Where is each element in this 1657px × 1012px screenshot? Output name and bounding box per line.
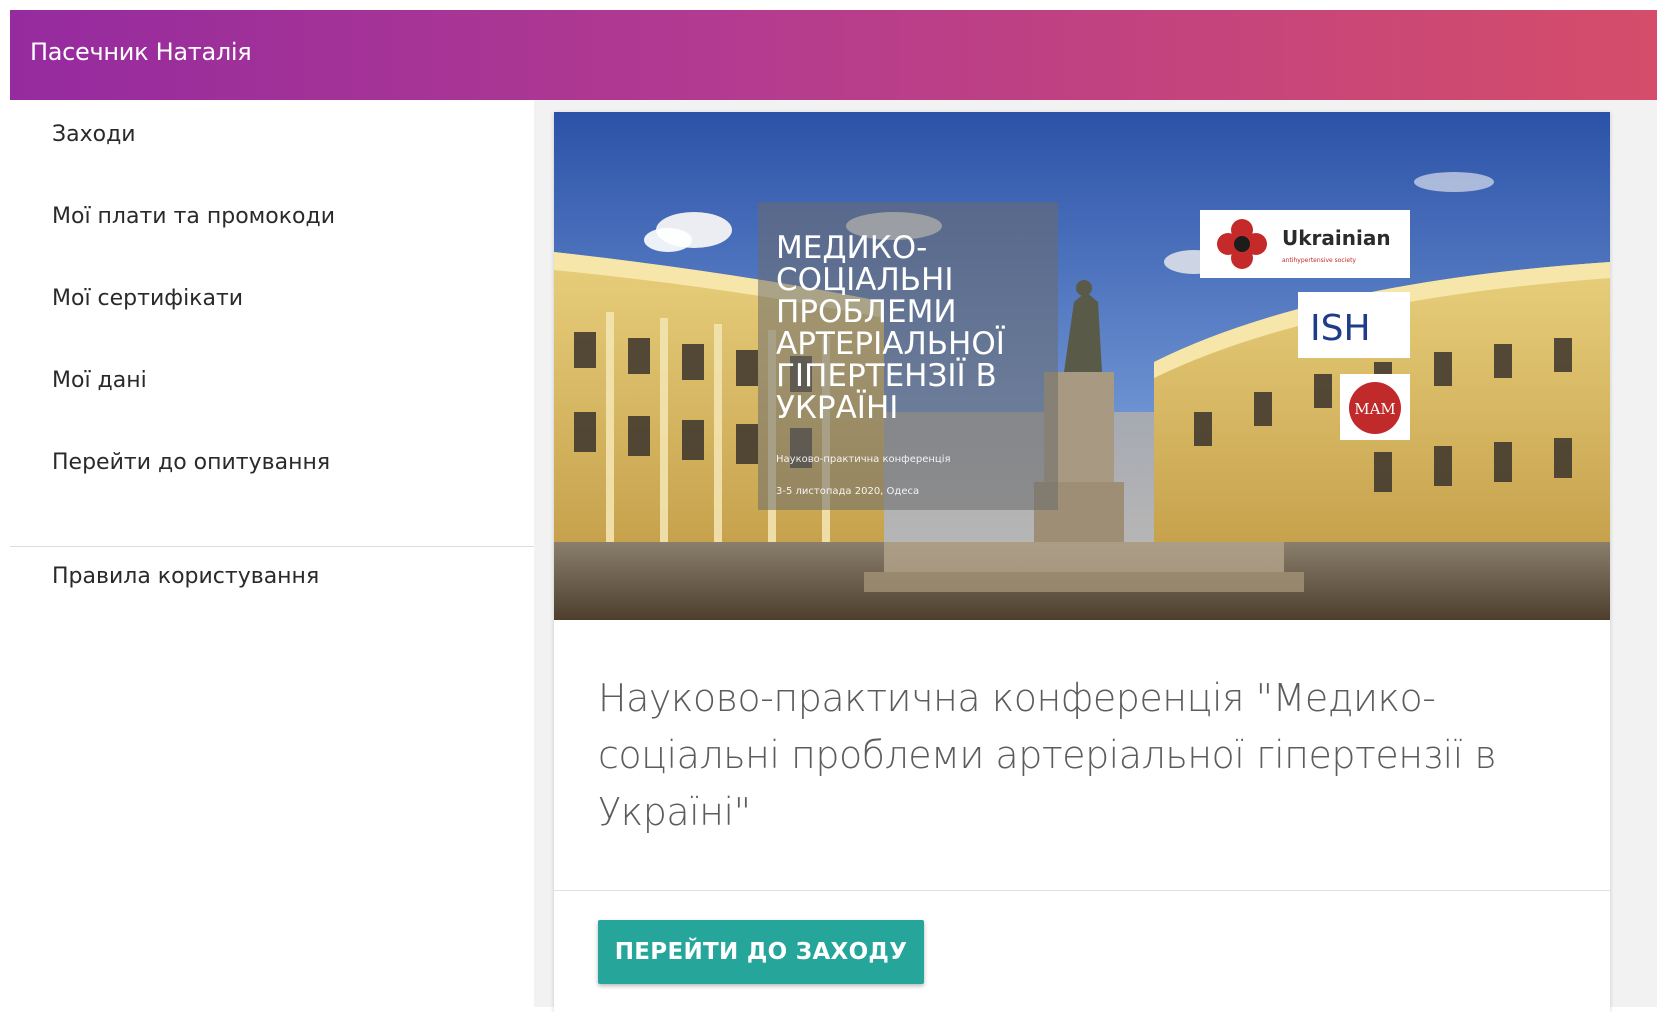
- banner-title-line-5: ГІПЕРТЕНЗІЇ В: [776, 358, 997, 394]
- banner-title-line-3: ПРОБЛЕМИ: [776, 294, 957, 330]
- app-header: Пасечник Наталія: [10, 10, 1657, 100]
- sidebar-item-events[interactable]: Заходи: [52, 122, 136, 147]
- event-card: МЕДИКО- СОЦІАЛЬНІ ПРОБЛЕМИ АРТЕРІАЛЬНОЇ …: [554, 112, 1610, 1012]
- go-to-event-button[interactable]: ПЕРЕЙТИ ДО ЗАХОДУ: [598, 920, 924, 984]
- event-title: Науково-практична конференція "Медико-со…: [598, 676, 1497, 834]
- sidebar-item-terms-of-use[interactable]: Правила користування: [52, 564, 319, 589]
- sidebar-item-survey[interactable]: Перейти до опитування: [52, 450, 330, 475]
- banner-title-line-4: АРТЕРІАЛЬНОЇ: [776, 326, 1006, 362]
- sidebar-item-payments-promocodes[interactable]: Мої плати та промокоди: [52, 204, 335, 229]
- banner-title-line-2: СОЦІАЛЬНІ: [776, 262, 954, 298]
- mam-logo-text: MAM: [1354, 400, 1396, 418]
- banner-title-line-1: МЕДИКО-: [776, 230, 927, 266]
- ukrainian-logo-subtext: antihypertensive society: [1282, 257, 1356, 264]
- main-content: МЕДИКО- СОЦІАЛЬНІ ПРОБЛЕМИ АРТЕРІАЛЬНОЇ …: [534, 100, 1657, 1012]
- user-name[interactable]: Пасечник Наталія: [30, 38, 252, 66]
- card-divider: [554, 890, 1610, 891]
- ukrainian-logo-text: Ukrainian: [1282, 226, 1391, 250]
- sidebar-divider: [10, 546, 534, 547]
- sidebar-item-my-data[interactable]: Мої дані: [52, 368, 147, 393]
- ish-logo-text: ISH: [1310, 308, 1371, 349]
- banner-subtitle: Науково-практична конференція: [776, 453, 951, 465]
- sidebar-item-certificates[interactable]: Мої сертифікати: [52, 286, 243, 311]
- sidebar: Заходи Мої плати та промокоди Мої сертиф…: [10, 100, 534, 1007]
- event-banner-image: МЕДИКО- СОЦІАЛЬНІ ПРОБЛЕМИ АРТЕРІАЛЬНОЇ …: [554, 112, 1610, 620]
- banner-date: 3-5 листопада 2020, Одеса: [776, 486, 919, 497]
- banner-title-line-6: УКРАЇНІ: [776, 390, 898, 426]
